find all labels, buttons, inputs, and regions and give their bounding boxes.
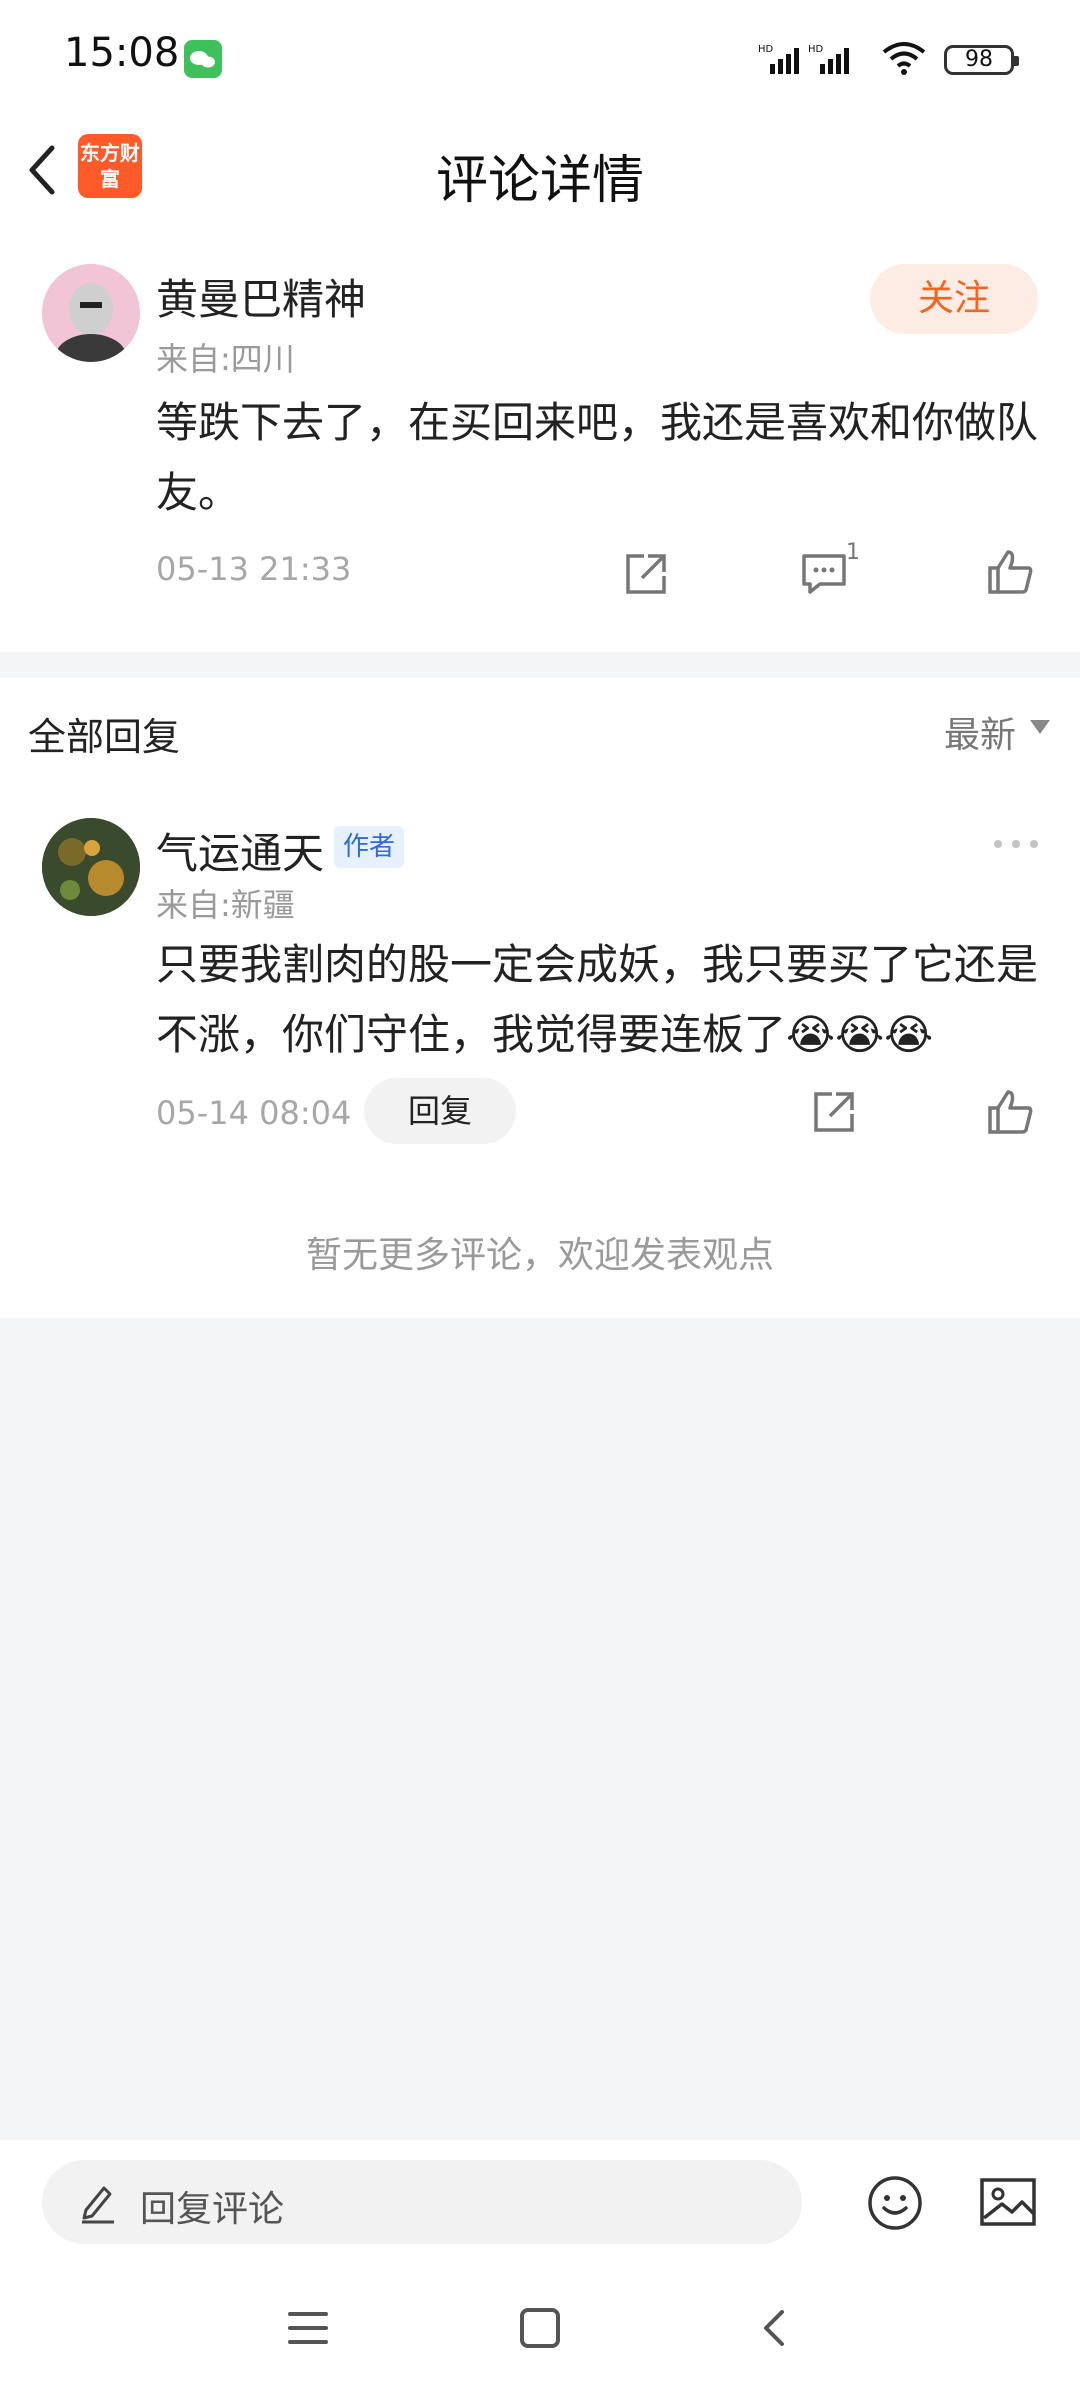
battery-indicator: 98 (944, 45, 1019, 75)
more-options-icon[interactable] (992, 836, 1040, 852)
emoji-icon[interactable] (866, 2174, 924, 2232)
page-title: 评论详情 (435, 151, 644, 211)
svg-text:HD: HD (808, 44, 824, 55)
pencil-icon (76, 2180, 120, 2224)
comment-content: 等跌下去了，在买回来吧，我还是喜欢和你做队友。 (156, 398, 1039, 517)
reply-author[interactable]: 气运通天 (156, 820, 324, 881)
thumbs-up-icon[interactable] (982, 544, 1038, 600)
follow-button[interactable]: 关注 (870, 264, 1038, 334)
reply-timestamp: 05-14 08:04 (156, 1094, 352, 1132)
share-icon[interactable] (806, 1084, 862, 1140)
comment-icon[interactable] (796, 544, 852, 600)
sort-dropdown[interactable]: 最新 (944, 706, 1016, 758)
thumbs-up-icon[interactable] (982, 1084, 1038, 1140)
comment-input-placeholder[interactable]: 回复评论 (140, 2180, 284, 2232)
comment-timestamp: 05-13 21:33 (156, 550, 352, 588)
share-icon[interactable] (618, 546, 674, 602)
svg-text:HD: HD (758, 44, 774, 55)
menu-icon[interactable] (286, 2308, 330, 2348)
author-badge: 作者 (334, 826, 404, 868)
wechat-icon (184, 40, 222, 78)
avatar[interactable] (42, 818, 140, 916)
image-icon[interactable] (978, 2174, 1038, 2232)
home-square-icon[interactable] (518, 2306, 562, 2350)
comment-author[interactable]: 黄曼巴精神 (156, 266, 366, 327)
avatar[interactable] (42, 264, 140, 362)
caret-down-icon[interactable] (1030, 720, 1050, 734)
comment-location: 来自:四川 (156, 340, 295, 378)
no-more-comments-text: 暂无更多评论，欢迎发表观点 (305, 1235, 774, 1276)
reply-location: 来自:新疆 (156, 886, 295, 924)
signal-icon: HD HD (758, 42, 854, 76)
back-chevron-icon[interactable] (756, 2306, 792, 2350)
comment-count: 1 (846, 540, 860, 565)
status-time: 15:08 (64, 30, 180, 76)
reply-content: 只要我割肉的股一定会成妖，我只要买了它还是不涨，你们守住，我觉得要连板了😭😭😭 (156, 940, 1039, 1059)
wifi-icon (880, 40, 928, 76)
reply-button[interactable]: 回复 (364, 1078, 516, 1144)
replies-title: 全部回复 (28, 715, 181, 759)
